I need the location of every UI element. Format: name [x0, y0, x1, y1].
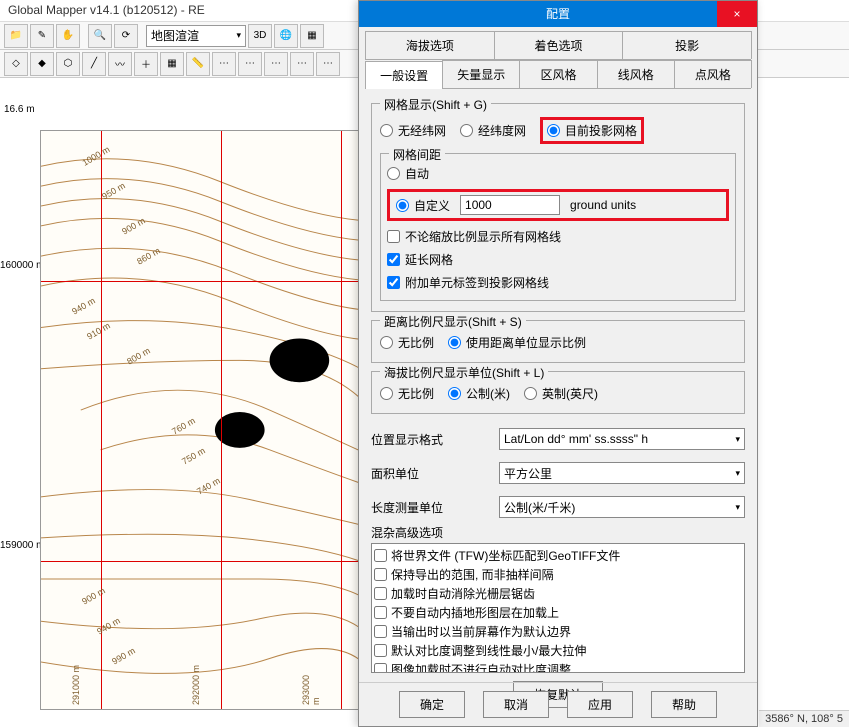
tool-curve-icon[interactable]: 〰	[108, 52, 132, 76]
group-grid-display: 网格显示(Shift + G) 无经纬网 经纬度网 目前投影网格 网格间距 自动…	[371, 103, 745, 312]
ruler-top: 16.6 m	[4, 104, 35, 115]
grid-h	[41, 281, 359, 282]
config-dialog: 配置 × 海拔选项 着色选项 投影 一般设置 矢量显示 区风格 线风格 点风格 …	[358, 0, 758, 727]
tab-line-style[interactable]: 线风格	[597, 60, 675, 88]
tab-elevation[interactable]: 海拔选项	[365, 31, 495, 59]
cancel-button[interactable]: 取消	[483, 691, 549, 718]
tool-misc4-icon[interactable]: ⋯	[290, 52, 314, 76]
tool-misc3-icon[interactable]: ⋯	[264, 52, 288, 76]
ok-button[interactable]: 确定	[399, 691, 465, 718]
map-area: 16.6 m 160000 m 159000 m	[0, 100, 360, 720]
grid-v	[221, 131, 222, 709]
tool-shape2-icon[interactable]: ◆	[30, 52, 54, 76]
tab-shading[interactable]: 着色选项	[494, 31, 624, 59]
tool-binoc-icon[interactable]: 🔍	[88, 24, 112, 48]
tabs-top: 海拔选项 着色选项 投影	[365, 31, 751, 60]
list-item[interactable]: 图像加载时不进行自动对比度调整	[374, 660, 742, 673]
radio-elev-metric[interactable]: 公制(米)	[448, 385, 510, 402]
list-item[interactable]: 不要自动内插地形图层在加载上	[374, 603, 742, 622]
help-button[interactable]: 帮助	[651, 691, 717, 718]
chk-extend-grid[interactable]: 延长网格	[387, 251, 453, 268]
chk-all-grid[interactable]: 不论缩放比例显示所有网格线	[387, 228, 561, 245]
radio-dist-show[interactable]: 使用距离单位显示比例	[448, 334, 586, 351]
list-item[interactable]: 当输出时以当前屏幕作为默认边界	[374, 622, 742, 641]
tab-general[interactable]: 一般设置	[365, 61, 443, 89]
list-item[interactable]: 默认对比度调整到线性最小/最大拉伸	[374, 641, 742, 660]
render-combo[interactable]: 地图渲渲	[146, 25, 246, 47]
status-coords: 3586° N, 108° 5	[759, 710, 849, 727]
tabs-bottom: 一般设置 矢量显示 区风格 线风格 点风格	[365, 60, 751, 89]
highlight-custom-spacing: 自定义 ground units	[387, 189, 729, 221]
spacing-unit: ground units	[570, 198, 636, 212]
grid-v	[101, 131, 102, 709]
tab-vector[interactable]: 矢量显示	[442, 60, 520, 88]
dialog-body: 网格显示(Shift + G) 无经纬网 经纬度网 目前投影网格 网格间距 自动…	[359, 89, 757, 722]
y-label-0: 160000 m	[0, 260, 44, 271]
tool-grid-icon[interactable]: ▦	[160, 52, 184, 76]
group-dist-scale: 距离比例尺显示(Shift + S) 无比例 使用距离单位显示比例	[371, 320, 745, 363]
select-pos-format[interactable]: Lat/Lon dd° mm' ss.ssss" h	[499, 428, 745, 450]
tool-misc1-icon[interactable]: ⋯	[212, 52, 236, 76]
row-pos-format: 位置显示格式 Lat/Lon dd° mm' ss.ssss" h	[371, 422, 745, 456]
y-label-1: 159000 m	[0, 540, 44, 551]
radio-elev-imperial[interactable]: 英制(英尺)	[524, 385, 598, 402]
tool-misc2-icon[interactable]: ⋯	[238, 52, 262, 76]
chk-attach-labels[interactable]: 附加单元标签到投影网格线	[387, 274, 549, 291]
tool-pencil-icon[interactable]: ✎	[30, 24, 54, 48]
radio-proj-grid[interactable]: 目前投影网格	[547, 122, 637, 139]
dialog-buttons: 确定 取消 应用 帮助	[359, 682, 757, 718]
tab-projection[interactable]: 投影	[622, 31, 752, 59]
tool-3d-icon[interactable]: 3D	[248, 24, 272, 48]
list-item[interactable]: 加载时自动消除光栅层锯齿	[374, 584, 742, 603]
grid-v	[341, 131, 342, 709]
radio-dist-none[interactable]: 无比例	[380, 334, 434, 351]
tool-hand-icon[interactable]: ✋	[56, 24, 80, 48]
misc-label: 混杂高级选项	[371, 524, 745, 541]
group-elev-scale: 海拔比例尺显示单位(Shift + L) 无比例 公制(米) 英制(英尺)	[371, 371, 745, 414]
tool-refresh-icon[interactable]: ⟳	[114, 24, 138, 48]
highlight-proj-grid: 目前投影网格	[540, 117, 644, 144]
tool-shape3-icon[interactable]: ⬡	[56, 52, 80, 76]
list-item[interactable]: 保持导出的范围, 而非抽样间隔	[374, 565, 742, 584]
row-area-unit: 面积单位 平方公里	[371, 456, 745, 490]
radio-latlon-grid[interactable]: 经纬度网	[460, 122, 526, 139]
close-icon[interactable]: ×	[717, 1, 757, 27]
radio-spacing-auto[interactable]: 自动	[387, 165, 429, 182]
grid-h	[41, 561, 359, 562]
tool-plus-icon[interactable]: ＋	[134, 52, 158, 76]
spacing-input[interactable]	[460, 195, 560, 215]
select-len-unit[interactable]: 公制(米/千米)	[499, 496, 745, 518]
tool-globe-icon[interactable]: 🌐	[274, 24, 298, 48]
tool-shape1-icon[interactable]: ◇	[4, 52, 28, 76]
dialog-title: 配置 ×	[359, 1, 757, 27]
contour-lines	[41, 131, 359, 709]
radio-spacing-custom[interactable]: 自定义	[396, 197, 450, 214]
apply-button[interactable]: 应用	[567, 691, 633, 718]
radio-no-grid[interactable]: 无经纬网	[380, 122, 446, 139]
tool-measure-icon[interactable]: 📏	[186, 52, 210, 76]
tool-open-icon[interactable]: 📁	[4, 24, 28, 48]
tab-area-style[interactable]: 区风格	[519, 60, 597, 88]
tab-point-style[interactable]: 点风格	[674, 60, 752, 88]
misc-listbox[interactable]: 将世界文件 (TFW)坐标匹配到GeoTIFF文件 保持导出的范围, 而非抽样间…	[371, 543, 745, 673]
group-grid-spacing: 网格间距 自动 自定义 ground units 不论缩放比例显示所有网格线 延…	[380, 153, 736, 301]
tool-layers-icon[interactable]: ▦	[300, 24, 324, 48]
list-item[interactable]: 将世界文件 (TFW)坐标匹配到GeoTIFF文件	[374, 546, 742, 565]
map-canvas[interactable]: 1000 m 950 m 900 m 860 m 940 m 910 m 800…	[40, 130, 360, 710]
radio-elev-none[interactable]: 无比例	[380, 385, 434, 402]
select-area-unit[interactable]: 平方公里	[499, 462, 745, 484]
tool-line-icon[interactable]: ╱	[82, 52, 106, 76]
tool-misc5-icon[interactable]: ⋯	[316, 52, 340, 76]
row-len-unit: 长度测量单位 公制(米/千米)	[371, 490, 745, 524]
